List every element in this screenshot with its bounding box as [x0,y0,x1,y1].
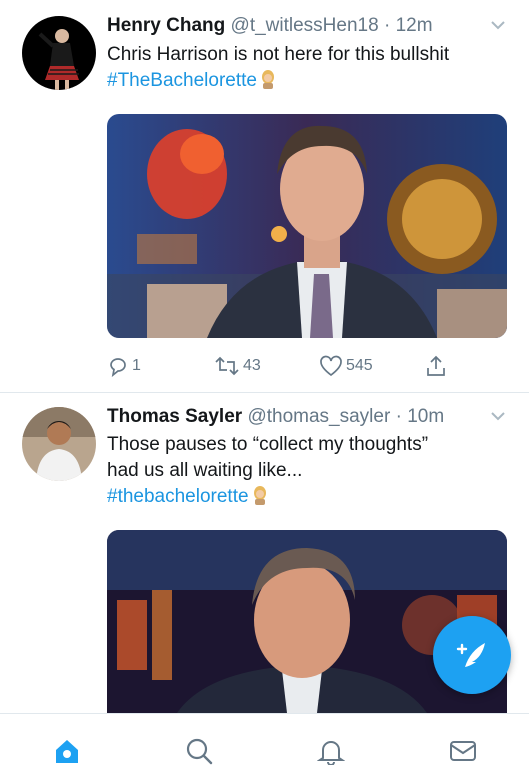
author-name[interactable]: Thomas Sayler [107,406,242,427]
separator-dot: · [383,15,391,36]
tab-home[interactable] [52,736,82,766]
hashtag-link[interactable]: #TheBachelorette [107,70,257,91]
messages-icon [450,741,476,761]
avatar[interactable] [22,16,96,90]
notifications-icon [317,741,345,765]
tweet-header: Henry Chang @t_witlessHen18 · 12m [107,14,507,38]
tweet-media-image[interactable] [107,114,507,338]
share-button[interactable] [425,354,450,378]
reply-button[interactable]: 1 [107,354,141,378]
share-icon [427,355,445,376]
retweet-button[interactable]: 43 [214,354,261,378]
avatar[interactable] [22,407,96,481]
chevron-down-icon[interactable] [489,16,507,34]
compose-tweet-button[interactable] [433,616,511,694]
reply-count: 1 [132,357,141,374]
reply-icon [110,358,126,377]
timestamp: 12m [395,15,433,36]
heart-icon [320,355,342,377]
timestamp: 10m [407,406,445,427]
retweet-icon [215,356,239,376]
tweet-actions: 1 43 545 [107,354,447,378]
bottom-tab-bar [0,713,529,783]
tab-search[interactable] [184,736,214,766]
author-name[interactable]: Henry Chang [107,15,225,36]
rose-emoji-icon [253,486,266,505]
retweet-count: 43 [243,357,261,374]
author-handle[interactable]: @thomas_sayler [247,406,390,427]
avatar-image [22,16,96,90]
tweet-header: Thomas Sayler @thomas_sayler · 10m [107,405,507,429]
tab-messages[interactable] [448,736,478,766]
tweet[interactable]: Henry Chang @t_witlessHen18 · 12m Chris … [0,0,529,393]
tweet-text: Those pauses to “collect my thoughts” ha… [107,432,507,510]
tweet-text-line: Chris Harrison is not here for this bull… [107,44,450,65]
chevron-down-icon[interactable] [489,407,507,425]
author-handle[interactable]: @t_witlessHen18 [231,15,379,36]
media-photo [107,114,507,338]
avatar-image [22,407,96,481]
separator-dot: · [395,406,402,427]
search-icon [186,738,213,765]
hashtag-link[interactable]: #thebachelorette [107,486,249,507]
like-button[interactable]: 545 [319,354,373,378]
home-icon [56,740,78,763]
tab-notifications[interactable] [316,736,346,766]
tweet-text-line: had us all waiting like... [107,460,303,481]
tweet-text-line: Those pauses to “collect my thoughts” [107,434,429,455]
compose-icon [456,643,485,667]
rose-emoji-icon [262,70,274,89]
tweet-text: Chris Harrison is not here for this bull… [107,42,507,94]
like-count: 545 [346,357,373,374]
